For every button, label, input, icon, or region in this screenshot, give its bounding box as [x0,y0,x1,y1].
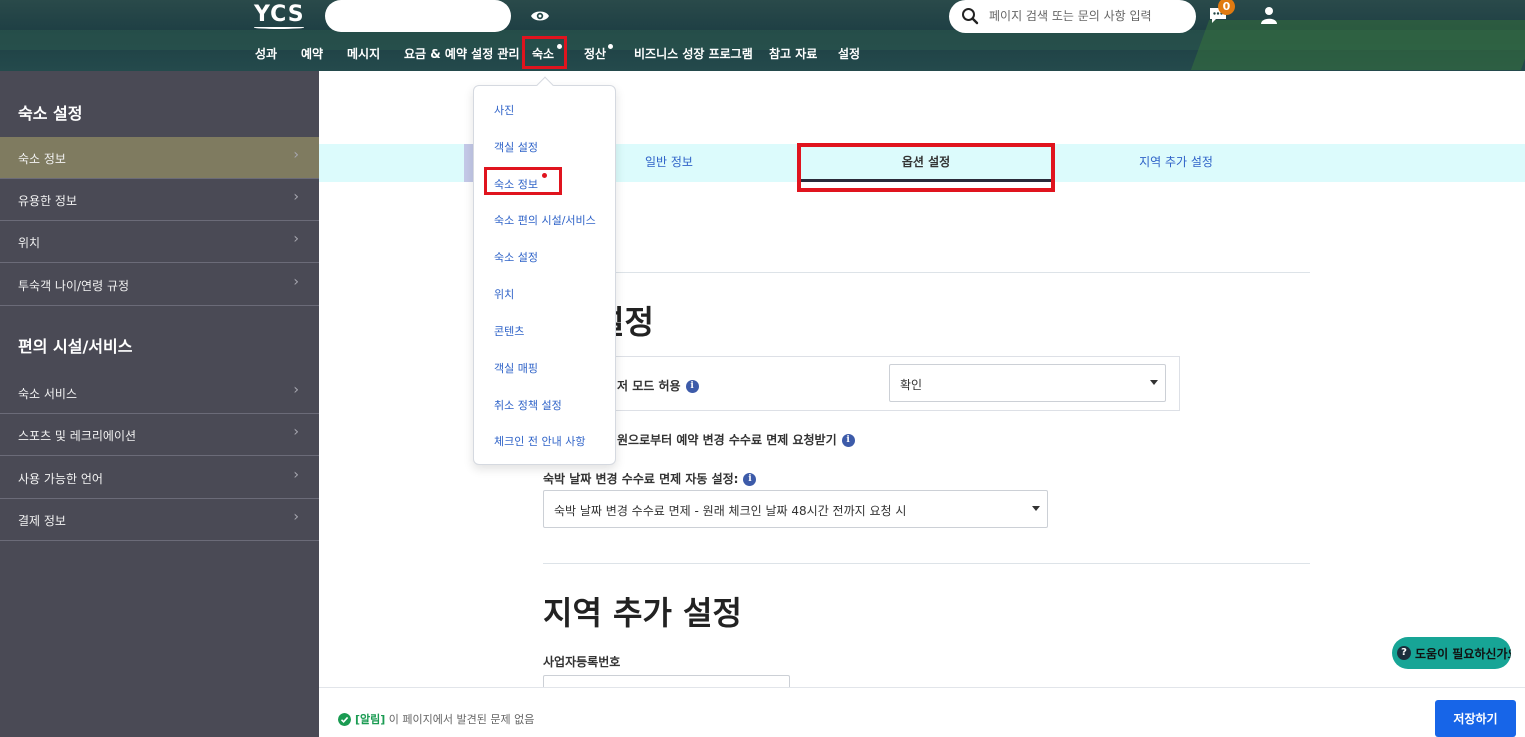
sidebar-item-label: 숙소 정보 [18,152,66,166]
header-decoration-green [1190,20,1525,70]
sidebar-item-age-policy[interactable]: 투숙객 나이/연령 규정 › [0,264,319,306]
alert-tag: [알림] [355,713,386,726]
sidebar-item-label: 스포츠 및 레크리에이션 [18,429,137,443]
option-row3-text: 숙박 날짜 변경 수수료 면제 자동 설정: [543,472,739,486]
option-row2-label: 원으로부터 예약 변경 수수료 면제 요청받기 i [617,431,855,448]
nav-item-performance[interactable]: 성과 [255,45,277,65]
menu-property-info-dot [542,173,547,178]
help-button[interactable]: ? 도움이 필요하신가요 [1392,637,1511,669]
search-icon [962,8,979,25]
option-row3-label: 숙박 날짜 변경 수수료 면제 자동 설정: i [543,470,757,487]
search-input[interactable] [989,6,1184,26]
divider [543,563,1310,564]
chevron-right-icon: › [293,274,299,290]
divider [543,272,1310,273]
user-icon[interactable] [1260,6,1278,24]
chevron-down-icon [1150,380,1158,385]
option-row1-select[interactable]: 확인 [889,364,1166,402]
chevron-right-icon: › [293,509,299,525]
help-label: 도움이 필요하신가요 [1415,647,1511,661]
info-icon[interactable]: i [743,473,757,486]
option-row2-text: 원으로부터 예약 변경 수수료 면제 요청받기 [617,433,837,447]
menu-item-room-mapping[interactable]: 객실 매핑 [494,360,538,376]
notification-badge: 0 [1218,0,1235,15]
ycs-logo[interactable]: YCS [254,2,305,27]
chevron-right-icon: › [293,147,299,163]
menu-item-location[interactable]: 위치 [494,286,514,302]
sidebar-item-location[interactable]: 위치 › [0,221,319,263]
date-change-waiver-select[interactable]: 숙박 날짜 변경 수수료 면제 - 원래 체크인 날짜 48시간 전까지 요청 … [543,490,1048,528]
chevron-right-icon: › [293,424,299,440]
search-box[interactable] [949,0,1196,33]
business-number-label: 사업자등록번호 [543,655,621,669]
logo-swoosh [254,26,304,29]
chevron-right-icon: › [293,231,299,247]
footer-bar: [알림] 이 페이지에서 발견된 문제 없음 [319,687,1525,737]
sidebar: 숙소 설정 숙소 정보 › 유용한 정보 › 위치 › 투숙객 나이/연령 규정… [0,71,319,737]
chevron-right-icon: › [293,189,299,205]
option-row1-text: 저 모드 허용 [617,379,681,393]
region-section-heading: 지역 추가 설정 [543,594,742,632]
nav-property-highlight [522,36,567,69]
chevron-right-icon: › [293,467,299,483]
menu-property-info-highlight [484,167,562,195]
select-value: 확인 [900,378,923,392]
sidebar-item-label: 위치 [18,236,41,250]
check-circle-icon [338,713,351,726]
menu-item-property-settings[interactable]: 숙소 설정 [494,249,538,265]
chevron-down-icon [1032,506,1040,511]
info-icon[interactable]: i [685,380,699,393]
property-dropdown-menu: 사진 객실 설정 숙소 정보 숙소 편의 시설/서비스 숙소 설정 위치 콘텐츠… [473,76,616,465]
property-selector-input[interactable] [325,0,511,32]
menu-item-cancellation[interactable]: 취소 정책 설정 [494,397,562,413]
sidebar-section-title: 숙소 설정 [18,104,83,123]
sidebar-item-label: 결제 정보 [18,514,66,528]
menu-item-checkin-info[interactable]: 체크인 전 안내 사항 [494,433,585,449]
tab-option-highlight [797,143,1055,192]
alert-message: [알림] 이 페이지에서 발견된 문제 없음 [355,711,534,727]
sidebar-item-property-info[interactable]: 숙소 정보 › [0,137,319,179]
info-icon[interactable]: i [841,434,855,447]
nav-item-growth[interactable]: 비즈니스 성장 프로그램 [634,45,753,65]
top-header: YCS 0 성과 예약 메시지 요금 & 예약 설정 관리 숙소 정산 비즈니스… [0,0,1525,71]
eye-icon[interactable] [530,8,550,24]
sidebar-item-label: 사용 가능한 언어 [18,472,103,486]
nav-finance-dot [608,44,613,49]
nav-item-reservations[interactable]: 예약 [301,45,323,65]
tab-region-settings[interactable]: 지역 추가 설정 [1051,144,1301,182]
chevron-right-icon: › [293,382,299,398]
nav-item-finance[interactable]: 정산 [584,45,606,65]
sidebar-item-label: 투숙객 나이/연령 규정 [18,279,130,293]
question-icon: ? [1397,646,1411,660]
nav-item-rates[interactable]: 요금 & 예약 설정 관리 [404,45,520,65]
menu-item-content[interactable]: 콘텐츠 [494,323,524,339]
sidebar-item-label: 숙소 서비스 [18,387,78,401]
save-button[interactable]: 저장하기 [1435,700,1516,737]
sidebar-item-property-services[interactable]: 숙소 서비스 › [0,372,319,414]
sidebar-item-useful-info[interactable]: 유용한 정보 › [0,179,319,221]
sidebar-item-sports[interactable]: 스포츠 및 레크리에이션 › [0,414,319,456]
sidebar-item-languages[interactable]: 사용 가능한 언어 › [0,457,319,499]
menu-item-amenities[interactable]: 숙소 편의 시설/서비스 [494,212,596,228]
menu-item-photos[interactable]: 사진 [494,102,514,118]
nav-item-resources[interactable]: 참고 자료 [769,45,817,65]
sidebar-section-title: 편의 시설/서비스 [18,337,133,356]
sidebar-item-payment[interactable]: 결제 정보 › [0,499,319,541]
alert-text: 이 페이지에서 발견된 문제 없음 [388,713,535,726]
sidebar-item-label: 유용한 정보 [18,194,78,208]
nav-item-messages[interactable]: 메시지 [347,45,380,65]
option-row1-label: 저 모드 허용 i [617,377,699,394]
nav-item-settings[interactable]: 설정 [838,45,860,65]
select-value: 숙박 날짜 변경 수수료 면제 - 원래 체크인 날짜 48시간 전까지 요청 … [554,504,907,518]
menu-item-room-settings[interactable]: 객실 설정 [494,139,538,155]
